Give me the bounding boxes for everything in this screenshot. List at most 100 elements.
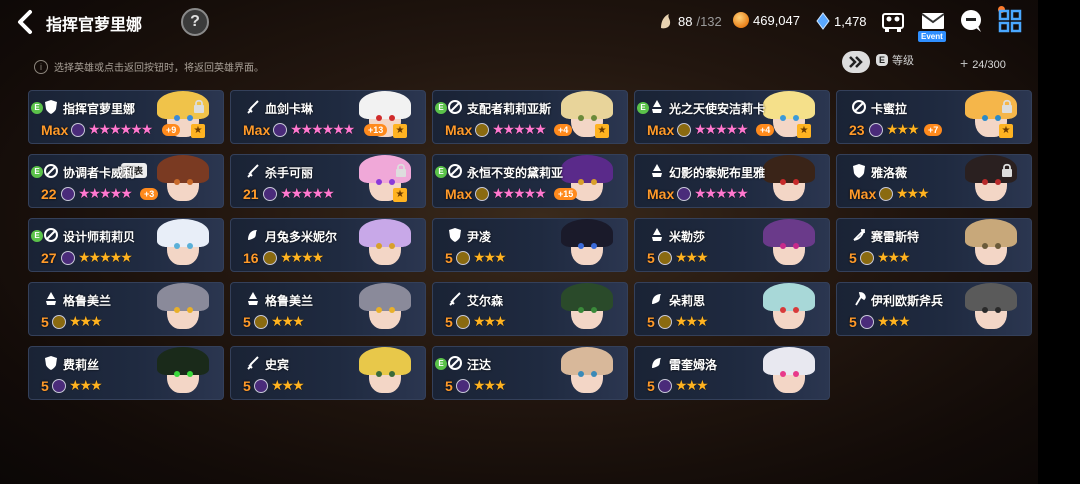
- hero-portrait: [945, 219, 1031, 271]
- page-title: 指挥官萝里娜: [46, 17, 143, 34]
- hero-card[interactable]: 朵莉思 5 ★★★: [634, 282, 830, 336]
- lock-icon[interactable]: [1001, 99, 1013, 113]
- grade-label: 等级: [892, 55, 915, 67]
- grid-menu-icon[interactable]: [997, 8, 1023, 34]
- hero-level: Max: [41, 122, 69, 138]
- portrait-eye: [389, 115, 395, 121]
- back-arrow-icon[interactable]: [12, 8, 40, 36]
- portrait-eye: [376, 115, 382, 121]
- hero-card[interactable]: 幻影的泰妮布里雅 Max ★★★★★: [634, 154, 830, 208]
- class-support-icon: [245, 227, 261, 243]
- hero-name: 指挥官萝里娜: [63, 102, 136, 116]
- hero-card[interactable]: E 设计师莉莉贝 27 ★★★★★: [28, 218, 224, 272]
- hero-card[interactable]: 史宾 5 ★★★: [230, 346, 426, 400]
- hero-card[interactable]: 赛雷斯特 5 ★★★: [836, 218, 1032, 272]
- star-rating: ★★★: [271, 313, 305, 329]
- hero-level: 23: [849, 122, 865, 138]
- element-light-icon: [475, 187, 489, 201]
- hero-card[interactable]: 血剑卡琳 Max ★★★★★★ +13 ★: [230, 90, 426, 144]
- class-support-icon: [649, 291, 665, 307]
- element-dark-icon: [456, 379, 470, 393]
- hero-portrait: [339, 155, 425, 207]
- portrait-eye: [187, 371, 193, 377]
- portrait-hair: [965, 283, 1017, 311]
- hero-portrait: [945, 91, 1031, 143]
- sort-by-grade[interactable]: E 等级: [876, 52, 914, 68]
- lock-icon[interactable]: [395, 163, 407, 177]
- hero-card[interactable]: 杀手可丽 21 ★★★★★ ★: [230, 154, 426, 208]
- hero-name: 卡蜜拉: [871, 102, 908, 116]
- hero-level: 5: [243, 314, 251, 330]
- star-rating: ★★★★★: [694, 185, 749, 201]
- hero-card[interactable]: 月兔多米妮尔 16 ★★★★: [230, 218, 426, 272]
- hero-level: 5: [445, 250, 453, 266]
- portrait-hair: [157, 347, 209, 375]
- hero-name: 雷奎姆洛: [669, 358, 718, 372]
- portrait-eye: [780, 307, 786, 313]
- hero-card[interactable]: 伊利欧斯斧兵 5 ★★★: [836, 282, 1032, 336]
- class-shield-icon: [43, 99, 59, 115]
- portrait-eye: [174, 371, 180, 377]
- element-light-icon: [860, 251, 874, 265]
- hero-card[interactable]: 格鲁美兰 5 ★★★: [230, 282, 426, 336]
- hero-card[interactable]: E 指挥官萝里娜 Max ★★★★★★ +9 ★: [28, 90, 224, 144]
- portrait-eye: [995, 307, 1001, 313]
- hero-card[interactable]: 尹凌 5 ★★★: [432, 218, 628, 272]
- portrait-hair: [965, 219, 1017, 247]
- hero-portrait: [743, 91, 829, 143]
- portrait-eye: [982, 179, 988, 185]
- portrait-eye: [780, 115, 786, 121]
- hero-card[interactable]: 卡蜜拉 23 ★★★ +7 ★: [836, 90, 1032, 144]
- hero-card[interactable]: E 永恒不变的黛莉亚 Max ★★★★★ +15: [432, 154, 628, 208]
- lock-icon[interactable]: [1001, 163, 1013, 177]
- element-dark-icon: [52, 379, 66, 393]
- chat-icon[interactable]: [958, 8, 984, 34]
- lock-icon[interactable]: [193, 99, 205, 113]
- hero-name: 格鲁美兰: [63, 294, 112, 308]
- class-no-icon: [43, 163, 59, 179]
- star-rating: ★★★★★: [492, 121, 547, 137]
- enhance-badge: +13: [364, 124, 388, 136]
- hero-name: 支配者莉莉亚斯: [467, 102, 552, 116]
- class-no-icon: [447, 163, 463, 179]
- hero-portrait: [743, 347, 829, 399]
- portrait-eye: [793, 243, 799, 249]
- element-dark-icon: [869, 123, 883, 137]
- portrait-eye: [389, 243, 395, 249]
- portrait-eye: [780, 179, 786, 185]
- double-chevron-icon: [849, 56, 863, 68]
- help-button[interactable]: ?: [181, 8, 209, 36]
- class-support-icon: [649, 355, 665, 371]
- hero-card[interactable]: 雷奎姆洛 5 ★★★: [634, 346, 830, 400]
- team-icon[interactable]: [880, 8, 906, 34]
- portrait-hair: [561, 347, 613, 375]
- hero-card[interactable]: 雅洛薇 Max ★★★: [836, 154, 1032, 208]
- sort-toggle-button[interactable]: [842, 51, 870, 73]
- hero-card[interactable]: E 汪达 5 ★★★: [432, 346, 628, 400]
- e-badge: E: [31, 166, 43, 178]
- star-rating: ★★★: [271, 377, 305, 393]
- star-rating: ★★★: [675, 313, 709, 329]
- portrait-eye: [578, 115, 584, 121]
- portrait-hair: [561, 283, 613, 311]
- element-dark-icon: [61, 251, 75, 265]
- portrait-eye: [995, 115, 1001, 121]
- hero-card[interactable]: E 光之天使安洁莉卡 Max ★★★★★ +4 ★: [634, 90, 830, 144]
- hero-count[interactable]: +24/300: [960, 55, 1006, 71]
- hero-count-value: 24/300: [972, 59, 1006, 71]
- star-rating: ★★★: [473, 313, 507, 329]
- hero-card[interactable]: 格鲁美兰 5 ★★★: [28, 282, 224, 336]
- hero-card[interactable]: E 支配者莉莉亚斯 Max ★★★★★ +4 ★: [432, 90, 628, 144]
- star-rating: ★★★: [675, 377, 709, 393]
- hero-card[interactable]: E 协调者卡威利 代表 22 ★★★★★ +3: [28, 154, 224, 208]
- portrait-eye: [578, 179, 584, 185]
- portrait-hair: [157, 219, 209, 247]
- star-rating: ★★★: [473, 249, 507, 265]
- favorite-star-icon: ★: [393, 124, 407, 138]
- hero-level: 5: [849, 250, 857, 266]
- hint-text: i 选择英雄或点击返回按钮时，将返回英雄界面。: [34, 59, 264, 74]
- hero-card[interactable]: 艾尔森 5 ★★★: [432, 282, 628, 336]
- hero-card[interactable]: 米勒莎 5 ★★★: [634, 218, 830, 272]
- portrait-eye: [591, 307, 597, 313]
- hero-card[interactable]: 费莉丝 5 ★★★: [28, 346, 224, 400]
